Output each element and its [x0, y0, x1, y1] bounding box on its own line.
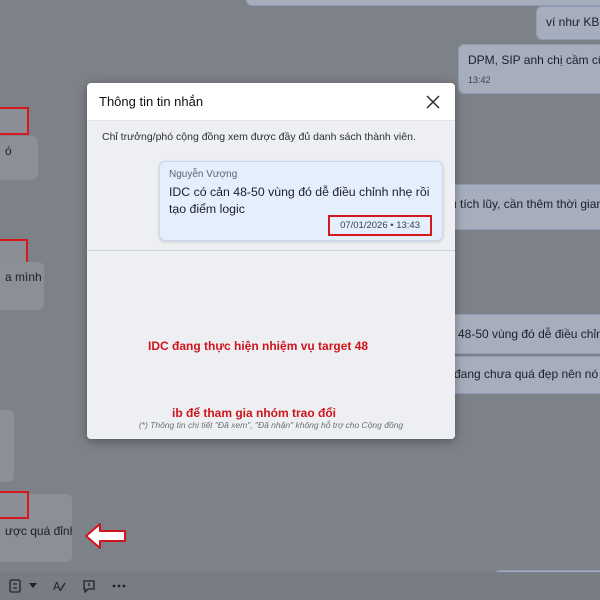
message-text: ược quá đỉnh — [5, 524, 72, 538]
redacted-name-box — [0, 107, 29, 135]
message-bubble[interactable]: ó — [0, 136, 38, 180]
message-text: ủ tích lũy, cần thêm thời gian — [450, 197, 600, 211]
footnote: (*) Thông tin chi tiết "Đã xem", "Đã nhậ… — [138, 420, 404, 430]
sender-name: Nguyễn Vượng — [169, 169, 238, 180]
close-button[interactable] — [423, 92, 443, 112]
svg-text:A: A — [53, 580, 61, 593]
message-text: a mình — [5, 270, 42, 284]
message-text: DPM, SIP anh chị cầm cũng — [468, 53, 600, 67]
message-text: IDC có cản 48-50 vùng đó dễ điều chỉnh n… — [169, 185, 430, 216]
quote-icon[interactable] — [80, 577, 98, 595]
message-bubble[interactable]: đang chưa quá đẹp nên nó chư — [444, 356, 600, 394]
message-bubble[interactable]: ủ tích lũy, cần thêm thời gian — [440, 184, 600, 230]
message-info-dialog: Thông tin tin nhắn Chỉ trưởng/phó cộng đ… — [87, 83, 455, 439]
composer-toolbar: A — [0, 572, 600, 600]
message-text: ví như KBC — [546, 15, 600, 29]
permission-notice: Chỉ trưởng/phó cộng đồng xem được đầy đủ… — [102, 131, 416, 143]
message-bubble[interactable]: a mình — [0, 262, 44, 310]
message-bubble[interactable]: 48-50 vùng đó dễ điều chỉnh — [448, 314, 600, 354]
dialog-body: Chỉ trưởng/phó cộng đồng xem được đầy đủ… — [87, 121, 455, 439]
message-text: đang chưa quá đẹp nên nó chư — [454, 367, 600, 381]
divider — [87, 250, 455, 251]
message-text: ó — [5, 144, 12, 158]
more-icon[interactable] — [110, 577, 128, 595]
close-icon — [426, 94, 440, 109]
message-timestamp: 07/01/2026 • 13:43 — [328, 215, 432, 236]
message-bubble[interactable]: DPM, SIP anh chị cầm cũng 13:42 — [458, 44, 600, 94]
chevron-down-icon[interactable] — [28, 577, 38, 595]
pen-icon[interactable]: A — [50, 577, 68, 595]
annotation-text: ib để tham gia nhóm trao đổi — [172, 406, 337, 420]
message-bubble[interactable]: ví như KBC — [536, 6, 600, 40]
message-text: 48-50 vùng đó dễ điều chỉnh — [458, 327, 600, 341]
dialog-title: Thông tin tin nhắn — [99, 94, 204, 109]
redacted-name-box — [0, 491, 29, 519]
dialog-header: Thông tin tin nhắn — [87, 83, 455, 121]
message-bubble[interactable] — [0, 410, 14, 482]
arrow-left-icon — [85, 523, 126, 549]
message-time: 13:42 — [468, 75, 491, 85]
format-icon[interactable] — [6, 577, 24, 595]
annotation-text: IDC đang thực hiện nhiệm vụ target 48 — [148, 339, 369, 353]
message-preview: Nguyễn Vượng IDC có cản 48-50 vùng đó dễ… — [159, 161, 443, 241]
